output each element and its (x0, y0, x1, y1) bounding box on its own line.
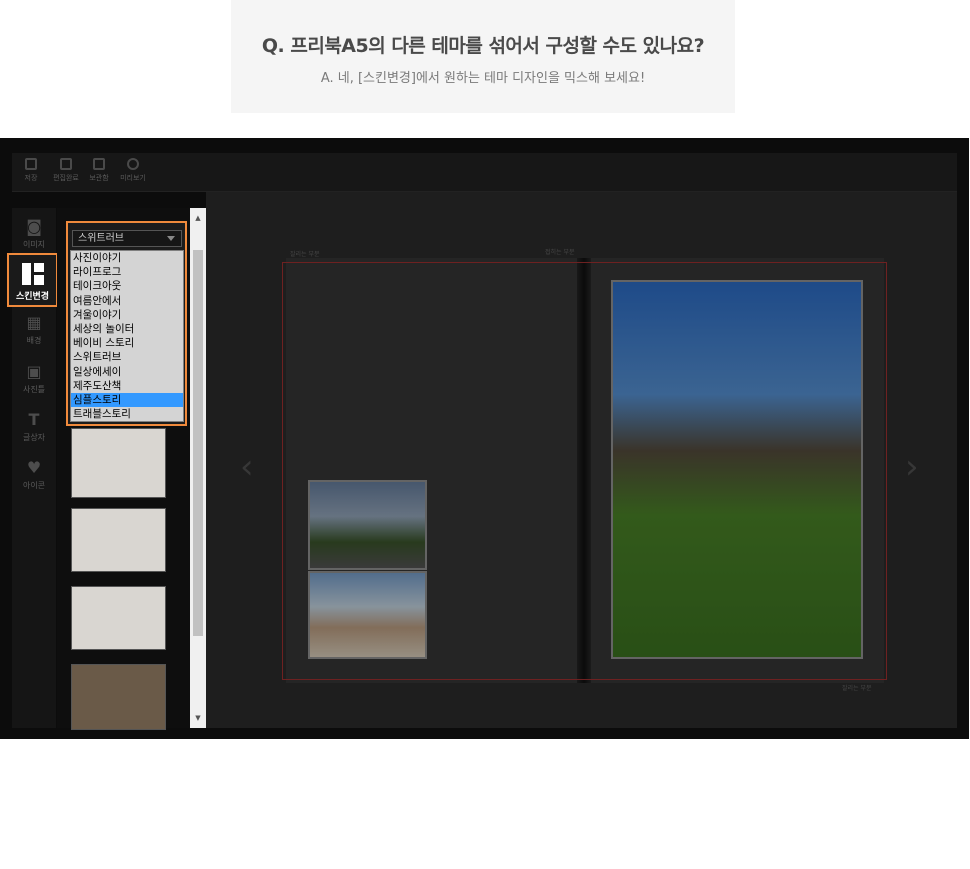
save-label: 저장 (24, 174, 38, 182)
scroll-thumb[interactable] (193, 250, 203, 636)
skin-option[interactable]: 테이크아웃 (71, 279, 183, 293)
storage-label: 보관함 (89, 174, 109, 182)
layout-icon (21, 263, 44, 285)
photo-couple-mountain[interactable] (611, 280, 863, 659)
skin-dropdown-highlight: 스위트러브 사진이야기 라이프로그 테이크아웃 여름안에서 겨울이야기 세상의 … (66, 221, 187, 426)
nav-textbox[interactable]: T 글상자 (12, 411, 56, 443)
skin-select-value: 스위트러브 (78, 233, 124, 244)
nav-textbox-label: 글상자 (22, 433, 46, 442)
preview-button[interactable]: 미리보기 (116, 158, 150, 183)
thumbnail-scrollbar[interactable]: ▲ ▼ (190, 208, 206, 728)
skin-option[interactable]: 여름안에서 (71, 294, 183, 308)
nav-background-label: 배경 (26, 336, 42, 345)
chevron-down-icon (167, 236, 175, 241)
save-button[interactable]: 저장 (14, 158, 48, 183)
editor-screenshot: 저장 편집완료 보관함 미리보기 ◙ 이미지 ▦ 배경 ▣ 사진틀 T 글상자 … (0, 138, 969, 739)
faq-question: Q. 프리북A5의 다른 테마를 섞어서 구성할 수도 있나요? (261, 35, 705, 57)
skin-thumbnail[interactable] (71, 586, 166, 650)
grid-icon: ▦ (26, 313, 42, 332)
picture-icon: ▣ (26, 362, 42, 381)
skin-option[interactable]: 스위트러브 (71, 350, 183, 364)
skin-option[interactable]: 일상에세이 (71, 365, 183, 379)
nav-icon-label: 아이콘 (22, 481, 46, 490)
skin-option[interactable]: 세상의 놀이터 (71, 322, 183, 336)
skin-option[interactable]: 라이프로그 (71, 265, 183, 279)
edit-done-icon (60, 158, 72, 170)
skin-option[interactable]: 제주도산책 (71, 379, 183, 393)
skin-thumbnail[interactable] (71, 508, 166, 572)
edit-done-label: 편집완료 (53, 174, 79, 182)
top-toolbar: 저장 편집완료 보관함 미리보기 (12, 153, 957, 192)
skin-option[interactable]: 겨울이야기 (71, 308, 183, 322)
skin-option[interactable]: 트래블스토리 (71, 407, 183, 421)
nav-image[interactable]: ◙ 이미지 (12, 218, 56, 250)
prev-page-icon[interactable]: ‹ (240, 450, 254, 484)
photo-couple-street[interactable] (308, 480, 427, 570)
nav-frame-label: 사진틀 (22, 385, 46, 394)
save-icon (25, 158, 37, 170)
cut-guide-top-left: 잘리는 부분 (290, 251, 320, 258)
nav-icon[interactable]: ♥ 아이콘 (12, 459, 56, 491)
text-icon: T (28, 410, 40, 429)
preview-label: 미리보기 (120, 174, 146, 182)
nav-image-label: 이미지 (22, 240, 46, 249)
cut-guide-bottom-right: 잘리는 부분 (842, 685, 872, 692)
photo-beach-portrait[interactable] (308, 571, 427, 659)
camera-icon: ◙ (26, 217, 42, 236)
next-page-icon[interactable]: › (905, 450, 919, 484)
faq-answer: A. 네, [스킨변경]에서 원하는 테마 디자인을 믹스해 보세요! (320, 71, 646, 86)
skin-thumbnail[interactable] (71, 664, 166, 730)
skin-options-list: 사진이야기 라이프로그 테이크아웃 여름안에서 겨울이야기 세상의 놀이터 베이… (70, 250, 184, 423)
scroll-up-icon[interactable]: ▲ (190, 214, 206, 222)
skin-option[interactable]: 사진이야기 (71, 251, 183, 265)
storage-button[interactable]: 보관함 (82, 158, 116, 183)
heart-icon: ♥ (26, 458, 42, 477)
scroll-down-icon[interactable]: ▼ (190, 714, 206, 722)
nav-frame[interactable]: ▣ 사진틀 (12, 363, 56, 395)
nav-background[interactable]: ▦ 배경 (12, 314, 56, 346)
edit-done-button[interactable]: 편집완료 (49, 158, 83, 183)
skin-option-highlighted[interactable]: 심플스토리 (71, 392, 183, 408)
skin-thumbnail[interactable] (71, 428, 166, 498)
skin-select[interactable]: 스위트러브 (72, 230, 182, 247)
fold-guide-top: 접히는 부분 (545, 249, 575, 256)
nav-skin-change-label: 스킨변경 (15, 292, 50, 302)
preview-icon (127, 158, 139, 170)
faq-box: Q. 프리북A5의 다른 테마를 섞어서 구성할 수도 있나요? A. 네, [… (231, 0, 735, 113)
nav-skin-change[interactable]: 스킨변경 (7, 253, 58, 307)
skin-option[interactable]: 베이비 스토리 (71, 336, 183, 350)
storage-icon (93, 158, 105, 170)
